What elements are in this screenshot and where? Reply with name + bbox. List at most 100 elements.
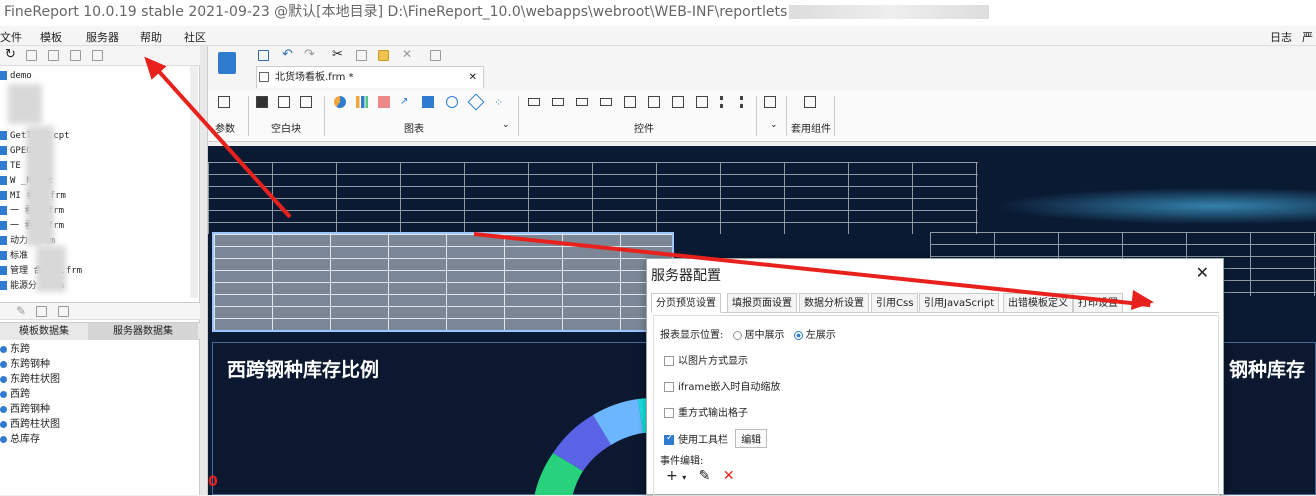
save-icon[interactable]: [258, 50, 269, 61]
iframe-checkbox[interactable]: [664, 382, 674, 392]
delete-icon[interactable]: [36, 306, 47, 317]
template-component-icon[interactable]: [804, 96, 816, 108]
template-toolbar: ↻: [0, 46, 200, 66]
edit-icon[interactable]: ✎: [699, 468, 711, 484]
menu-log[interactable]: 日志: [1270, 29, 1292, 45]
list-item[interactable]: 总库存: [0, 432, 40, 447]
preview-icon[interactable]: [58, 306, 69, 317]
menu-template[interactable]: 模板: [40, 29, 62, 45]
parameter-icon[interactable]: [218, 96, 230, 108]
refresh-icon[interactable]: ↻: [5, 47, 16, 62]
tab-template-dataset[interactable]: 模板数据集: [0, 323, 88, 340]
radar-chart-icon[interactable]: [467, 93, 485, 111]
radio-center[interactable]: [732, 330, 742, 340]
menu-file[interactable]: 文件: [0, 29, 22, 45]
chevron-down-icon[interactable]: ⌄: [502, 120, 510, 130]
tab-fill-page[interactable]: 填报页面设置: [727, 293, 797, 313]
password-widget-icon[interactable]: [576, 98, 588, 106]
delete-icon[interactable]: [70, 50, 81, 61]
blank-block-icon[interactable]: [256, 96, 268, 108]
option-image-row[interactable]: 以图片方式显示: [664, 352, 748, 367]
separator: [756, 96, 757, 136]
gauge-chart-icon[interactable]: [446, 96, 458, 108]
event-actions: + ▾ ✎ ✕: [666, 468, 735, 484]
undo-icon[interactable]: ↶: [282, 47, 293, 62]
datetime-widget-icon[interactable]: [624, 96, 636, 108]
line-chart-icon[interactable]: ↗: [400, 96, 412, 108]
document-tab-row: ↶ ↷ ✂ ✕ 北货场看板.frm * ✕: [208, 46, 1316, 90]
calendar-widget-icon[interactable]: [648, 96, 660, 108]
dropdown-widget-icon[interactable]: [600, 98, 612, 106]
edit-icon[interactable]: ✎: [16, 304, 26, 318]
list-item[interactable]: 东跨: [0, 342, 30, 357]
tab-server-dataset[interactable]: 服务器数据集: [88, 323, 198, 340]
number-widget-icon[interactable]: [552, 98, 564, 106]
grid-icon: [259, 72, 269, 82]
list-item[interactable]: 西跨: [0, 387, 30, 402]
cut-icon[interactable]: ✂: [332, 47, 343, 62]
redo-icon[interactable]: ↷: [304, 47, 315, 62]
list-item[interactable]: 西跨柱状图: [0, 417, 60, 432]
tab-data-analysis[interactable]: 数据分析设置: [799, 293, 869, 313]
ribbon-group-chart: 图表: [404, 124, 424, 135]
menu-server[interactable]: 服务器: [86, 29, 119, 45]
chart-title-right: 钢种库存: [1229, 359, 1306, 381]
copy-icon[interactable]: [92, 50, 103, 61]
tree-item[interactable]: 标准: [0, 249, 28, 264]
list-item[interactable]: 西跨钢种: [0, 402, 50, 417]
option-toolbar-row[interactable]: 使用工具栏 编辑: [664, 429, 768, 448]
tab-css[interactable]: 引用Css: [871, 293, 919, 313]
checkbox-group-icon[interactable]: [740, 96, 752, 108]
option-iframe-row[interactable]: iframe嵌入时自动缩放: [664, 378, 780, 393]
separator: [324, 96, 325, 136]
column-chart-icon[interactable]: [378, 96, 390, 108]
menu-community[interactable]: 社区: [184, 29, 206, 45]
edit-icon[interactable]: [48, 50, 59, 61]
radio-left[interactable]: [793, 330, 803, 340]
search-widget-icon[interactable]: [764, 96, 776, 108]
annotation-arrow-head: [1130, 290, 1155, 313]
option-repeat-row[interactable]: 重方式输出格子: [664, 404, 748, 419]
textbox-widget-icon[interactable]: [528, 98, 540, 106]
copy-icon[interactable]: [356, 50, 367, 61]
menu-help[interactable]: 帮助: [140, 29, 162, 45]
delete-icon[interactable]: ✕: [402, 47, 412, 61]
preview-icon[interactable]: [430, 50, 441, 61]
bar-chart-icon[interactable]: [356, 96, 368, 108]
image-checkbox[interactable]: [664, 356, 674, 366]
paste-icon[interactable]: [378, 50, 389, 61]
tab-javascript[interactable]: 引用JavaScript: [919, 293, 1000, 313]
split-block-icon[interactable]: [278, 96, 290, 108]
chevron-down-icon[interactable]: ▾: [682, 473, 686, 482]
repeat-checkbox[interactable]: [664, 408, 674, 418]
radio-group-icon[interactable]: [720, 96, 732, 108]
textarea-widget-icon[interactable]: [696, 96, 708, 108]
list-item[interactable]: 东跨柱状图: [0, 372, 60, 387]
area-chart-icon[interactable]: [422, 96, 434, 108]
toolbar-checkbox[interactable]: [664, 433, 674, 445]
table-block-icon[interactable]: [300, 96, 312, 108]
dataset-toolbar: ✎: [0, 302, 200, 320]
label-widget-icon[interactable]: [672, 96, 684, 108]
scatter-chart-icon[interactable]: ⁘: [494, 96, 506, 109]
file-icon: [0, 131, 7, 140]
new-folder-icon[interactable]: [26, 50, 37, 61]
close-icon[interactable]: ✕: [1196, 263, 1209, 282]
tab-document[interactable]: 北货场看板.frm * ✕: [256, 66, 484, 88]
chevron-down-icon[interactable]: ⌄: [770, 120, 778, 130]
form-icon[interactable]: [218, 52, 236, 74]
list-item[interactable]: 东跨钢种: [0, 357, 50, 372]
pie-chart-icon[interactable]: [334, 96, 346, 108]
edit-toolbar-button[interactable]: 编辑: [735, 429, 768, 448]
menu-user[interactable]: 严: [1302, 29, 1313, 45]
tab-page-preview[interactable]: 分页预览设置: [651, 293, 721, 313]
tree-scrollbar[interactable]: [190, 66, 198, 298]
delete-icon[interactable]: ✕: [723, 468, 735, 484]
file-icon: [0, 161, 7, 170]
report-grid-top[interactable]: [208, 162, 978, 234]
close-tab-icon[interactable]: ✕: [469, 67, 477, 89]
tree-item[interactable]: TE: [0, 159, 21, 174]
file-icon: [0, 71, 7, 80]
tree-item[interactable]: demo: [0, 69, 32, 84]
add-icon[interactable]: +: [666, 468, 678, 484]
